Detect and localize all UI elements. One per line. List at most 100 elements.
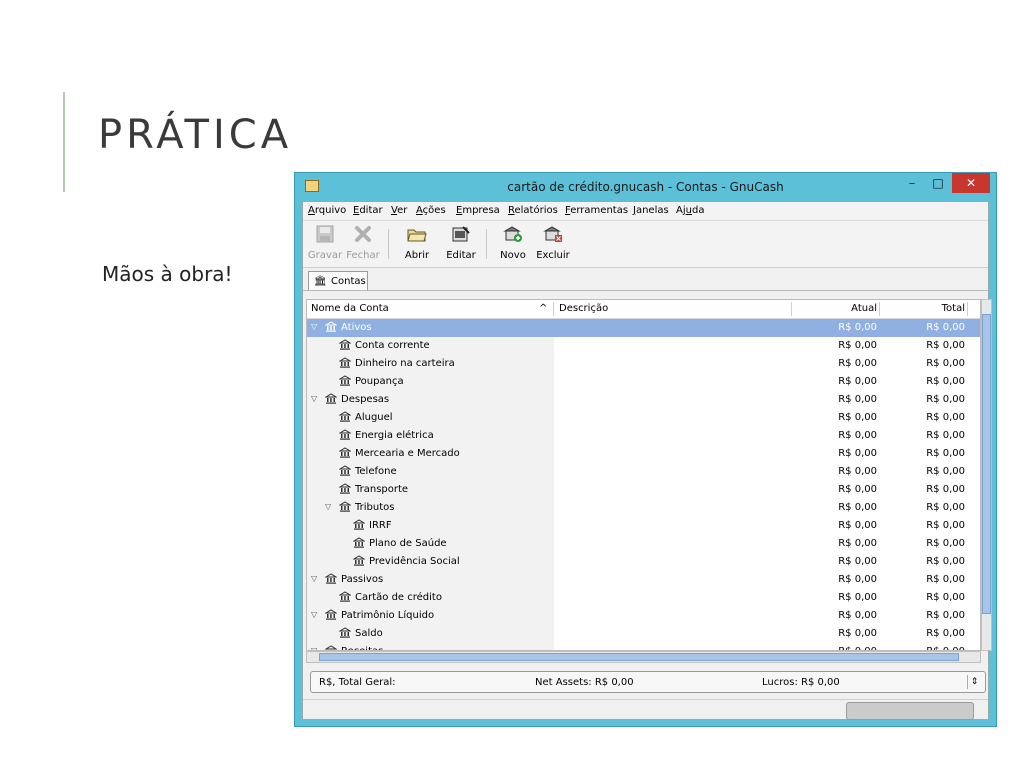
summary-bar[interactable]: R$, Total Geral: Net Assets: R$ 0,00 Luc… (310, 671, 986, 693)
maximize-button[interactable]: □ (926, 173, 950, 193)
edit-button[interactable]: Editar (441, 225, 481, 261)
table-row[interactable]: Poupança R$ 0,00 R$ 0,00 (307, 373, 980, 391)
table-row[interactable]: IRRF R$ 0,00 R$ 0,00 (307, 517, 980, 535)
account-name: Mercearia e Mercado (339, 445, 460, 463)
account-name: Receitas (325, 643, 383, 650)
column-header-description[interactable]: Descrição (559, 303, 608, 314)
total-balance: R$ 0,00 (926, 412, 965, 423)
bank-account-icon (339, 483, 351, 494)
account-name: Aluguel (339, 409, 393, 427)
total-balance: R$ 0,00 (926, 358, 965, 369)
account-name-label: Plano de Saúde (369, 538, 447, 549)
table-row[interactable]: ▽ Patrimônio Líquido R$ 0,00 R$ 0,00 (307, 607, 980, 625)
table-row[interactable]: Saldo R$ 0,00 R$ 0,00 (307, 625, 980, 643)
account-name-label: Dinheiro na carteira (355, 358, 455, 369)
table-row[interactable]: Aluguel R$ 0,00 R$ 0,00 (307, 409, 980, 427)
expander-triangle-icon[interactable]: ▽ (311, 322, 317, 331)
current-balance: R$ 0,00 (838, 592, 877, 603)
table-row[interactable]: Telefone R$ 0,00 R$ 0,00 (307, 463, 980, 481)
horizontal-scrollbar[interactable] (306, 651, 981, 663)
column-header-current[interactable]: Atual (835, 303, 877, 314)
title-bar[interactable]: cartão de crédito.gnucash - Contas - Gnu… (295, 173, 996, 201)
table-row[interactable]: ▽ Tributos R$ 0,00 R$ 0,00 (307, 499, 980, 517)
expander-triangle-icon[interactable]: ▽ (311, 574, 317, 583)
sort-ascending-icon[interactable]: ^ (539, 303, 547, 314)
bank-account-icon (339, 501, 351, 512)
menu-relatorios[interactable]: Relatórios (508, 205, 558, 216)
table-row[interactable]: ▽ Despesas R$ 0,00 R$ 0,00 (307, 391, 980, 409)
account-name-label: Patrimônio Líquido (341, 610, 435, 621)
expander-triangle-icon[interactable]: ▽ (311, 610, 317, 619)
account-name-label: Energia elétrica (355, 430, 434, 441)
open-button[interactable]: Abrir (397, 225, 437, 261)
total-balance: R$ 0,00 (915, 643, 965, 650)
current-balance: R$ 0,00 (838, 376, 877, 387)
menu-ferramentas[interactable]: Ferramentas (565, 205, 628, 216)
current-balance: R$ 0,00 (838, 394, 877, 405)
open-label: Abrir (404, 250, 430, 261)
menu-arquivo[interactable]: Arquivo (308, 205, 346, 216)
menu-empresa[interactable]: Empresa (456, 205, 500, 216)
table-row[interactable]: Dinheiro na carteira R$ 0,00 R$ 0,00 (307, 355, 980, 373)
spinner-arrows-icon[interactable]: ⇕ (967, 675, 981, 689)
profit: Lucros: R$ 0,00 (762, 677, 840, 688)
tab-contas[interactable]: 🏛 Contas (308, 271, 368, 290)
bank-account-icon (353, 519, 365, 530)
table-row[interactable]: Mercearia e Mercado R$ 0,00 R$ 0,00 (307, 445, 980, 463)
accounts-tree: Nome da Conta ^ Descrição Atual Total ▽ A… (306, 299, 981, 651)
open-folder-icon (407, 229, 427, 242)
save-button[interactable]: Gravar (305, 225, 345, 261)
slide-accent-bar (63, 92, 65, 192)
floppy-disk-icon (316, 225, 334, 243)
column-header-name[interactable]: Nome da Conta (311, 303, 389, 314)
table-row[interactable]: Previdência Social R$ 0,00 R$ 0,00 (307, 553, 980, 571)
bank-account-icon (339, 411, 351, 422)
menu-janelas[interactable]: Janelas (633, 205, 669, 216)
current-balance: R$ 0,00 (838, 484, 877, 495)
total-balance: R$ 0,00 (926, 610, 965, 621)
bank-account-icon (339, 357, 351, 368)
expander-triangle-icon[interactable]: ▽ (325, 502, 331, 511)
bank-account-icon (339, 447, 351, 458)
table-row[interactable]: Cartão de crédito R$ 0,00 R$ 0,00 (307, 589, 980, 607)
close-tab-button[interactable]: Fechar (343, 225, 383, 261)
menu-ver[interactable]: Ver (391, 205, 407, 216)
menu-editar[interactable]: Editar (353, 205, 383, 216)
table-row[interactable]: ▽ Passivos R$ 0,00 R$ 0,00 (307, 571, 980, 589)
table-row[interactable]: Energia elétrica R$ 0,00 R$ 0,00 (307, 427, 980, 445)
current-balance: R$ 0,00 (838, 520, 877, 531)
current-balance: R$ 0,00 (827, 643, 877, 650)
bank-account-icon (353, 555, 365, 566)
table-row[interactable]: ▽ Ativos R$ 0,00 R$ 0,00 (307, 319, 980, 337)
menu-acoes[interactable]: Ações (416, 205, 446, 216)
account-name-label: Aluguel (355, 412, 393, 423)
expander-triangle-icon[interactable]: ▽ (311, 394, 317, 403)
current-balance: R$ 0,00 (838, 502, 877, 513)
delete-label: Excluir (536, 250, 570, 261)
close-window-button[interactable]: ✕ (952, 173, 990, 193)
table-row[interactable]: Conta corrente R$ 0,00 R$ 0,00 (307, 337, 980, 355)
net-assets: Net Assets: R$ 0,00 (535, 677, 634, 688)
tree-header: Nome da Conta ^ Descrição Atual Total (307, 300, 980, 319)
account-name-label: Telefone (355, 466, 397, 477)
vertical-scroll-thumb[interactable] (982, 314, 991, 614)
table-row[interactable]: Plano de Saúde R$ 0,00 R$ 0,00 (307, 535, 980, 553)
new-account-button[interactable]: Novo (493, 225, 533, 261)
delete-account-button[interactable]: Excluir (533, 225, 573, 261)
tab-strip: 🏛 Contas (303, 268, 988, 291)
close-label: Fechar (346, 250, 380, 261)
table-row[interactable]: Transporte R$ 0,00 R$ 0,00 (307, 481, 980, 499)
bank-account-icon (339, 429, 351, 440)
total-balance: R$ 0,00 (926, 574, 965, 585)
minimize-button[interactable]: – (900, 173, 924, 193)
column-header-total[interactable]: Total (923, 303, 965, 314)
account-name-label: Saldo (355, 628, 383, 639)
vertical-scrollbar[interactable] (981, 299, 992, 651)
menu-ajuda[interactable]: Ajuda (676, 205, 704, 216)
total-balance: R$ 0,00 (926, 394, 965, 405)
account-name: Tributos (339, 499, 394, 517)
table-row[interactable]: ▽ReceitasR$ 0,00R$ 0,00 (307, 643, 980, 650)
total-balance: R$ 0,00 (926, 592, 965, 603)
slide-body-text: Mãos à obra! (102, 262, 233, 286)
horizontal-scroll-thumb[interactable] (319, 653, 959, 661)
